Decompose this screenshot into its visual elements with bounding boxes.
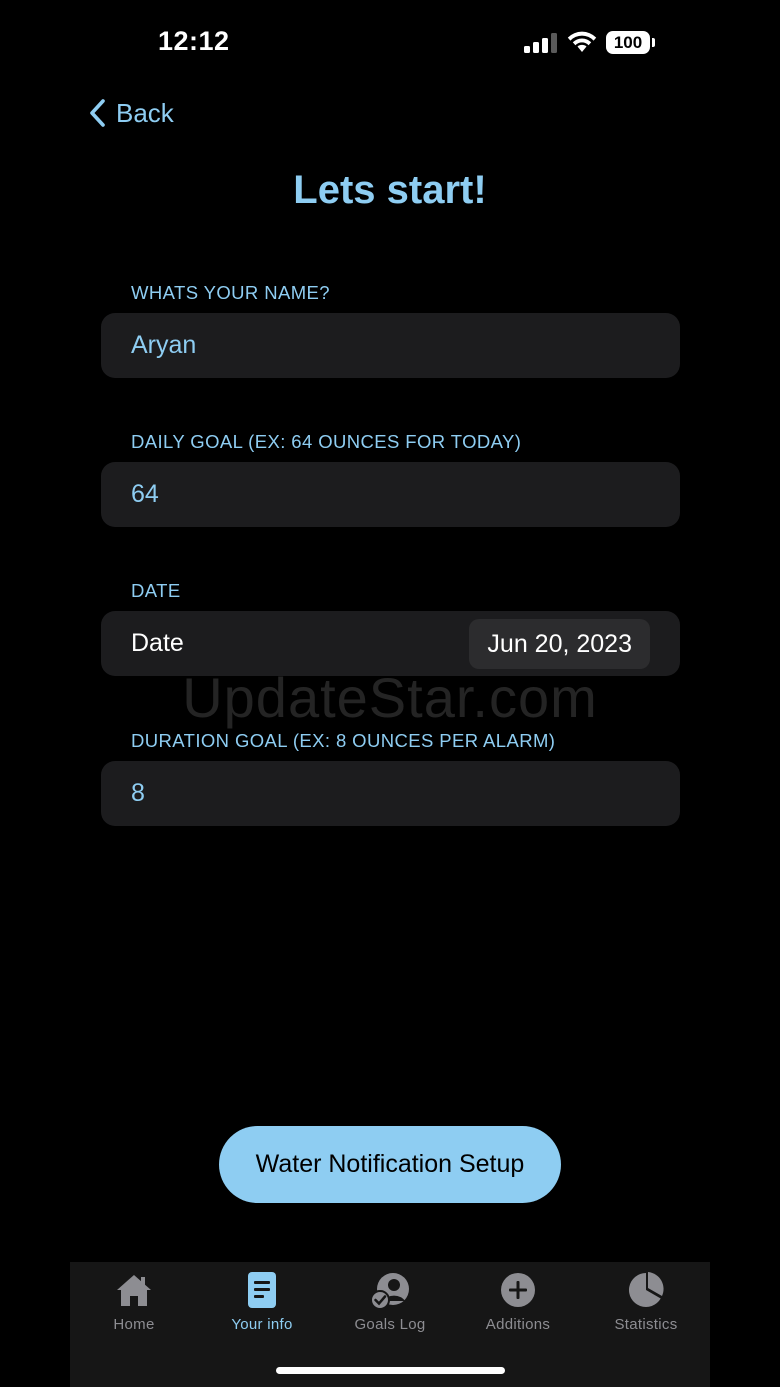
daily-goal-field-label: DAILY GOAL (EX: 64 OUNCES FOR TODAY) bbox=[131, 431, 522, 452]
page-title: Lets start! bbox=[293, 168, 487, 212]
cellular-signal-icon bbox=[524, 33, 557, 53]
person-check-icon bbox=[370, 1273, 409, 1310]
tab-statistics[interactable]: Statistics bbox=[582, 1262, 710, 1352]
tab-additions-label: Additions bbox=[485, 1316, 551, 1333]
tab-additions[interactable]: Additions bbox=[454, 1262, 582, 1352]
status-time: 12:12 bbox=[158, 26, 230, 56]
duration-goal-field[interactable] bbox=[101, 761, 680, 826]
plus-circle-icon bbox=[501, 1273, 535, 1307]
tab-statistics-label: Statistics bbox=[614, 1316, 678, 1333]
status-bar: 12:12 100 bbox=[0, 0, 780, 90]
tab-home[interactable]: Home bbox=[70, 1262, 198, 1352]
back-button[interactable]: Back bbox=[88, 95, 174, 131]
document-icon bbox=[248, 1272, 276, 1308]
tab-your-info-label: Your info bbox=[231, 1316, 293, 1333]
name-input[interactable] bbox=[131, 313, 651, 378]
duration-goal-field-label: DURATION GOAL (EX: 8 OUNCES PER ALARM) bbox=[131, 730, 556, 751]
name-field[interactable] bbox=[101, 313, 680, 378]
tab-goals-log[interactable]: Goals Log bbox=[326, 1262, 454, 1352]
tab-your-info[interactable]: Your info bbox=[198, 1262, 326, 1352]
chevron-left-icon bbox=[90, 99, 105, 127]
wifi-icon bbox=[567, 31, 597, 52]
house-icon bbox=[117, 1275, 151, 1306]
pie-chart-icon bbox=[628, 1272, 664, 1307]
water-notification-setup-button[interactable]: Water Notification Setup bbox=[219, 1126, 561, 1203]
battery-indicator: 100 bbox=[606, 31, 650, 54]
home-indicator bbox=[276, 1367, 505, 1374]
battery-tip bbox=[652, 38, 655, 47]
tab-goals-log-label: Goals Log bbox=[354, 1316, 426, 1333]
back-label: Back bbox=[116, 97, 174, 128]
name-field-label: WHATS YOUR NAME? bbox=[131, 282, 330, 303]
daily-goal-field[interactable] bbox=[101, 462, 680, 527]
date-picker-button[interactable]: Jun 20, 2023 bbox=[469, 619, 650, 669]
date-field-label: DATE bbox=[131, 580, 181, 601]
tab-home-label: Home bbox=[113, 1316, 155, 1333]
watermark: UpdateStar.com bbox=[182, 666, 598, 729]
duration-goal-input[interactable] bbox=[131, 761, 651, 826]
daily-goal-input[interactable] bbox=[131, 462, 651, 527]
